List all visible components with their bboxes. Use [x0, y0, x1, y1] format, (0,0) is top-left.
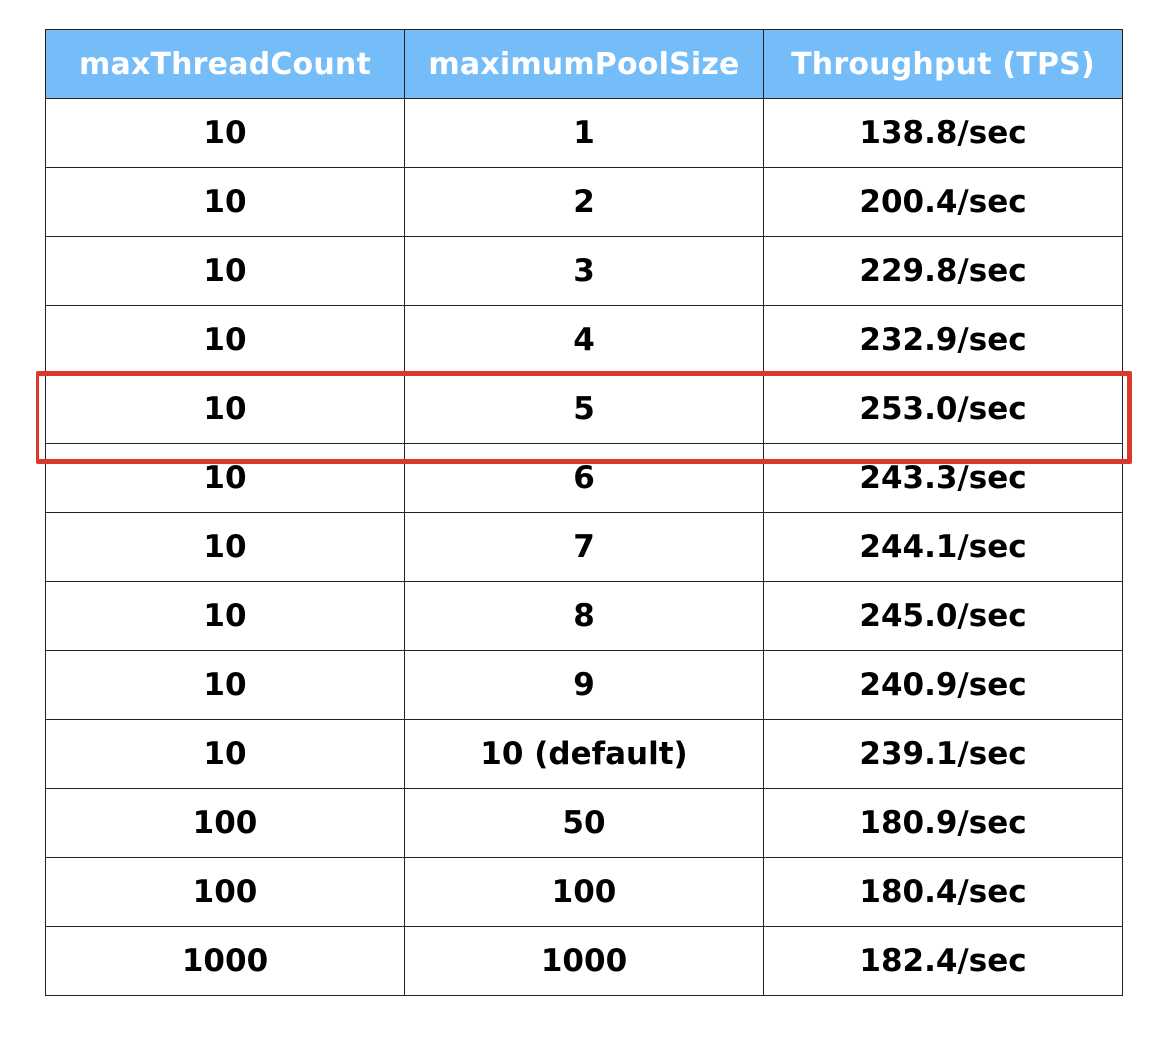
cell-max-thread-count: 10 — [45, 581, 405, 651]
header-row: maxThreadCount maximumPoolSize Throughpu… — [45, 29, 1123, 99]
table-row: 10 1 138.8/sec — [45, 98, 1123, 168]
cell-maximum-pool-size: 100 — [404, 857, 764, 927]
cell-throughput: 180.9/sec — [763, 788, 1123, 858]
cell-throughput: 245.0/sec — [763, 581, 1123, 651]
header-maximum-pool-size: maximumPoolSize — [404, 29, 764, 99]
cell-maximum-pool-size: 5 — [404, 374, 764, 444]
cell-throughput: 182.4/sec — [763, 926, 1123, 996]
cell-maximum-pool-size: 10 (default) — [404, 719, 764, 789]
table-row: 10 10 (default) 239.1/sec — [45, 719, 1123, 789]
throughput-table: maxThreadCount maximumPoolSize Throughpu… — [45, 29, 1123, 996]
cell-maximum-pool-size: 7 — [404, 512, 764, 582]
cell-max-thread-count: 10 — [45, 512, 405, 582]
cell-throughput: 200.4/sec — [763, 167, 1123, 237]
table-row: 10 9 240.9/sec — [45, 650, 1123, 720]
cell-maximum-pool-size: 1000 — [404, 926, 764, 996]
cell-throughput: 244.1/sec — [763, 512, 1123, 582]
table-row: 10 7 244.1/sec — [45, 512, 1123, 582]
cell-maximum-pool-size: 4 — [404, 305, 764, 375]
cell-throughput: 229.8/sec — [763, 236, 1123, 306]
cell-throughput: 243.3/sec — [763, 443, 1123, 513]
cell-max-thread-count: 10 — [45, 98, 405, 168]
cell-max-thread-count: 100 — [45, 788, 405, 858]
table-row: 100 100 180.4/sec — [45, 857, 1123, 927]
cell-throughput: 180.4/sec — [763, 857, 1123, 927]
header-throughput: Throughput (TPS) — [763, 29, 1123, 99]
table-row: 10 3 229.8/sec — [45, 236, 1123, 306]
cell-maximum-pool-size: 2 — [404, 167, 764, 237]
cell-throughput: 240.9/sec — [763, 650, 1123, 720]
cell-throughput: 239.1/sec — [763, 719, 1123, 789]
cell-max-thread-count: 10 — [45, 236, 405, 306]
table-body: 10 1 138.8/sec 10 2 200.4/sec 10 3 229.8/sec 10 4 2… — [45, 98, 1123, 996]
cell-throughput: 232.9/sec — [763, 305, 1123, 375]
cell-maximum-pool-size: 9 — [404, 650, 764, 720]
table-row: 10 8 245.0/sec — [45, 581, 1123, 651]
cell-max-thread-count: 1000 — [45, 926, 405, 996]
cell-maximum-pool-size: 3 — [404, 236, 764, 306]
table-row: 10 6 243.3/sec — [45, 443, 1123, 513]
cell-maximum-pool-size: 8 — [404, 581, 764, 651]
cell-maximum-pool-size: 50 — [404, 788, 764, 858]
table-row: 1000 1000 182.4/sec — [45, 926, 1123, 996]
cell-max-thread-count: 10 — [45, 443, 405, 513]
cell-throughput: 138.8/sec — [763, 98, 1123, 168]
table-row: 100 50 180.9/sec — [45, 788, 1123, 858]
table-row: 10 5 253.0/sec — [45, 374, 1123, 444]
table-row: 10 4 232.9/sec — [45, 305, 1123, 375]
table-row: 10 2 200.4/sec — [45, 167, 1123, 237]
cell-maximum-pool-size: 6 — [404, 443, 764, 513]
cell-max-thread-count: 100 — [45, 857, 405, 927]
cell-max-thread-count: 10 — [45, 650, 405, 720]
cell-max-thread-count: 10 — [45, 719, 405, 789]
cell-max-thread-count: 10 — [45, 167, 405, 237]
cell-maximum-pool-size: 1 — [404, 98, 764, 168]
header-max-thread-count: maxThreadCount — [45, 29, 405, 99]
cell-max-thread-count: 10 — [45, 305, 405, 375]
cell-max-thread-count: 10 — [45, 374, 405, 444]
cell-throughput: 253.0/sec — [763, 374, 1123, 444]
